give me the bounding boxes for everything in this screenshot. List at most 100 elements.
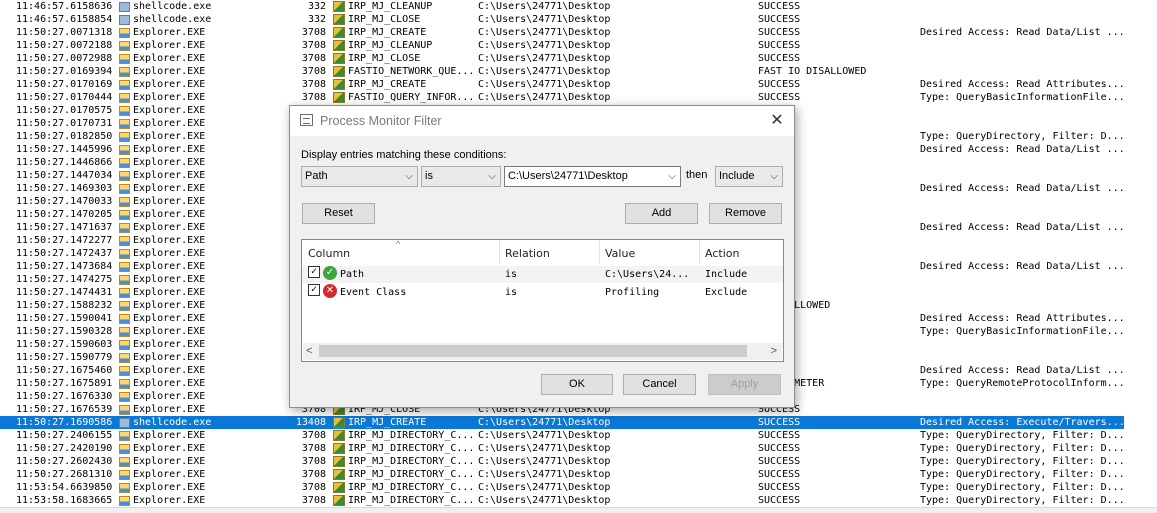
process-name: Explorer.EXE — [133, 79, 206, 90]
process-name: Explorer.EXE — [133, 105, 206, 116]
event-path: C:\Users\24771\Desktop — [478, 482, 611, 493]
rule-action: Include — [705, 269, 748, 280]
header-divider[interactable] — [499, 240, 500, 264]
rule-value: Profiling — [605, 287, 660, 298]
horizontal-scrollbar[interactable] — [0, 507, 1157, 513]
event-time: 11:50:27.0170444 — [16, 92, 113, 103]
process-name: Explorer.EXE — [133, 495, 206, 506]
process-id: 3708 — [301, 469, 326, 480]
scroll-right-icon[interactable]: > — [771, 343, 777, 360]
explorer-icon — [119, 327, 130, 337]
rule-value: C:\Users\24... — [605, 269, 690, 280]
log-row[interactable]: 11:46:57.6158636 shellcode.exe 332 IRP_MJ_C… — [0, 0, 1124, 13]
event-detail: Type: QueryDirectory, Filter: D... — [920, 495, 1124, 506]
rule-relation: is — [505, 269, 518, 280]
event-result: SUCCESS — [758, 14, 801, 25]
event-time: 11:50:27.0170575 — [16, 105, 113, 116]
process-name: Explorer.EXE — [133, 443, 206, 454]
cancel-button[interactable]: Cancel — [623, 374, 696, 395]
reset-button[interactable]: Reset — [302, 203, 375, 224]
event-time: 11:50:27.1469303 — [16, 183, 113, 194]
log-row[interactable]: 11:53:58.1683665 Explorer.EXE 3708 IRP_MJ_D… — [0, 494, 1124, 507]
operation-icon — [333, 495, 345, 506]
filter-rules-list[interactable]: Column ^ Relation Value Action ✓ ✓ Path … — [301, 239, 784, 362]
filter-rule-row[interactable]: ✓ ✓ Path is C:\Users\24... Include — [302, 266, 783, 283]
event-time: 11:50:27.1472277 — [16, 235, 113, 246]
explorer-icon — [119, 379, 130, 389]
log-row[interactable]: 11:50:27.2406155 Explorer.EXE 3708 IRP_MJ_D… — [0, 429, 1124, 442]
add-button[interactable]: Add — [625, 203, 698, 224]
apply-button[interactable]: Apply — [708, 374, 781, 395]
column-header-relation[interactable]: Relation — [505, 247, 550, 260]
process-id: 3708 — [301, 443, 326, 454]
event-path: C:\Users\24771\Desktop — [478, 14, 611, 25]
rule-column: Event Class — [340, 287, 407, 298]
exclude-x-icon: ✕ — [323, 284, 337, 298]
event-time: 11:50:27.0072188 — [16, 40, 113, 51]
operation-name: IRP_MJ_CREATE — [348, 27, 427, 38]
log-row[interactable]: 11:46:57.6158854 shellcode.exe 332 IRP_MJ_C… — [0, 13, 1124, 26]
close-icon[interactable]: ✕ — [768, 112, 786, 130]
list-horizontal-scrollbar[interactable]: < > — [303, 343, 782, 360]
event-time: 11:50:27.1445996 — [16, 144, 113, 155]
log-row[interactable]: 11:50:27.2681310 Explorer.EXE 3708 IRP_MJ_D… — [0, 468, 1124, 481]
process-name: Explorer.EXE — [133, 261, 206, 272]
column-header-action[interactable]: Action — [705, 247, 739, 260]
dialog-titlebar[interactable]: Process Monitor Filter ✕ — [290, 106, 794, 136]
log-row[interactable]: 11:53:54.6639850 Explorer.EXE 3708 IRP_MJ_D… — [0, 481, 1124, 494]
column-select[interactable]: Path ⌵ — [301, 166, 418, 187]
explorer-icon — [119, 470, 130, 480]
event-time: 11:50:27.1588232 — [16, 300, 113, 311]
event-time: 11:53:58.1683665 — [16, 495, 113, 506]
rule-checkbox[interactable]: ✓ — [308, 284, 320, 296]
log-row[interactable]: 11:50:27.0170169 Explorer.EXE 3708 IRP_MJ_C… — [0, 78, 1124, 91]
relation-select[interactable]: is ⌵ — [421, 166, 501, 187]
column-header-column[interactable]: Column — [308, 247, 350, 260]
ok-button[interactable]: OK — [541, 374, 613, 395]
log-row[interactable]: 11:50:27.0072188 Explorer.EXE 3708 IRP_MJ_C… — [0, 39, 1124, 52]
rule-checkbox[interactable]: ✓ — [308, 266, 320, 278]
event-result: FAST IO DISALLOWED — [758, 66, 867, 77]
process-name: Explorer.EXE — [133, 222, 206, 233]
event-detail: Desired Access: Read Data/List ... — [920, 27, 1124, 38]
log-row[interactable]: 11:50:27.2420190 Explorer.EXE 3708 IRP_MJ_D… — [0, 442, 1124, 455]
filter-rule-row[interactable]: ✓ ✕ Event Class is Profiling Exclude — [302, 284, 783, 301]
header-divider[interactable] — [599, 240, 600, 264]
log-row[interactable]: 11:50:27.0169394 Explorer.EXE 3708 FASTIO_N… — [0, 65, 1124, 78]
event-detail: Type: QueryRemoteProtocolInform... — [920, 378, 1124, 389]
column-header-value[interactable]: Value — [605, 247, 635, 260]
event-detail: Desired Access: Read Attributes... — [920, 313, 1124, 324]
process-name: Explorer.EXE — [133, 313, 206, 324]
scroll-left-icon[interactable]: < — [306, 343, 312, 360]
log-row[interactable]: 11:50:27.0071318 Explorer.EXE 3708 IRP_MJ_C… — [0, 26, 1124, 39]
action-select[interactable]: Include ⌵ — [715, 166, 783, 187]
log-row[interactable]: 11:50:27.2602430 Explorer.EXE 3708 IRP_MJ_D… — [0, 455, 1124, 468]
process-name: Explorer.EXE — [133, 66, 206, 77]
process-name: Explorer.EXE — [133, 131, 206, 142]
event-time: 11:50:27.1470033 — [16, 196, 113, 207]
process-name: Explorer.EXE — [133, 27, 206, 38]
process-name: Explorer.EXE — [133, 118, 206, 129]
process-name: Explorer.EXE — [133, 300, 206, 311]
explorer-icon — [119, 340, 130, 350]
header-divider[interactable] — [699, 240, 700, 264]
event-time: 11:50:27.1470205 — [16, 209, 113, 220]
process-id: 3708 — [301, 456, 326, 467]
explorer-icon — [119, 223, 130, 233]
log-row[interactable]: 11:50:27.0072988 Explorer.EXE 3708 IRP_MJ_C… — [0, 52, 1124, 65]
log-row[interactable]: 11:50:27.0170444 Explorer.EXE 3708 FASTIO_Q… — [0, 91, 1124, 104]
event-time: 11:50:27.2602430 — [16, 456, 113, 467]
process-name: Explorer.EXE — [133, 469, 206, 480]
event-detail: Type: QueryDirectory, Filter: D... — [920, 443, 1124, 454]
operation-name: IRP_MJ_CREATE — [348, 417, 427, 428]
scrollbar-thumb[interactable] — [319, 345, 747, 357]
event-path: C:\Users\24771\Desktop — [478, 1, 611, 12]
remove-button[interactable]: Remove — [709, 203, 782, 224]
event-path: C:\Users\24771\Desktop — [478, 443, 611, 454]
chevron-down-icon: ⌵ — [405, 171, 413, 182]
log-row[interactable]: 11:50:27.1690586 shellcode.exe 13408 IRP_MJ… — [0, 416, 1124, 429]
process-name: Explorer.EXE — [133, 92, 206, 103]
process-id: 3708 — [301, 430, 326, 441]
explorer-icon — [119, 184, 130, 194]
value-input[interactable]: C:\Users\24771\Desktop ⌵ — [504, 166, 681, 187]
